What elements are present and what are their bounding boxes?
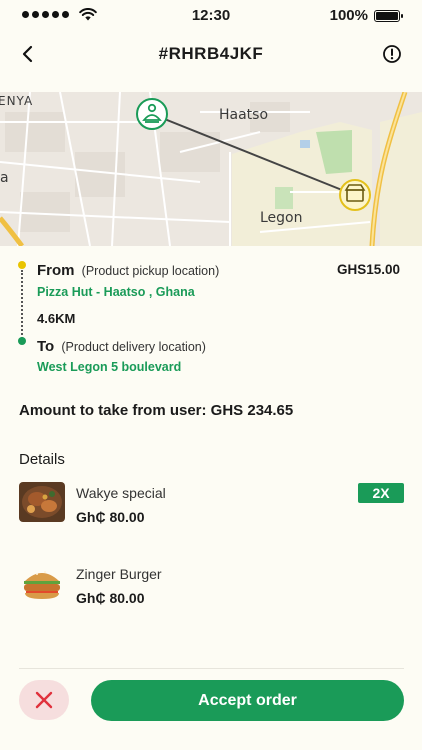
close-icon (35, 691, 53, 709)
info-button[interactable] (378, 40, 406, 68)
distance: 4.6KM (37, 311, 76, 326)
map-label-enya: ENYA (0, 94, 34, 108)
route-map[interactable]: ENYA Haatso a Legon (0, 92, 422, 246)
battery-percent: 100% (329, 7, 368, 24)
delivery-dot (18, 337, 26, 345)
from-heading: From (Product pickup location) (37, 262, 219, 279)
list-item[interactable]: Zinger Burger Gh₵ 80.00 (19, 563, 404, 609)
map-label-a: a (0, 170, 9, 186)
to-label: To (37, 338, 55, 355)
item-name: Wakye special (76, 485, 166, 501)
info-icon (383, 45, 401, 63)
food-image (19, 563, 65, 603)
status-bar: 12:30 100% (0, 0, 422, 30)
amount-to-collect: Amount to take from user: GHS 234.65 (19, 402, 294, 419)
divider (19, 668, 404, 669)
from-hint: (Product pickup location) (81, 264, 220, 278)
route-details: From (Product pickup location) GHS15.00 … (0, 256, 422, 386)
details-heading: Details (19, 451, 65, 468)
map-canvas (0, 92, 422, 246)
from-label: From (37, 262, 75, 279)
item-price: Gh₵ 80.00 (76, 590, 145, 606)
list-item[interactable]: Wakye special Gh₵ 80.00 2X (19, 482, 404, 528)
delivery-fee: GHS15.00 (336, 262, 400, 277)
food-image (19, 482, 65, 522)
quantity-badge: 2X (358, 483, 404, 503)
accept-order-button[interactable]: Accept order (91, 680, 404, 721)
to-heading: To (Product delivery location) (37, 338, 206, 355)
pickup-marker-icon[interactable] (136, 98, 168, 130)
page-title: #RHRB4JKF (158, 44, 264, 63)
pickup-location: Pizza Hut - Haatso , Ghana (37, 285, 195, 299)
map-label-legon: Legon (260, 210, 303, 226)
delivery-location: West Legon 5 boulevard (37, 360, 182, 374)
route-timeline (21, 270, 23, 342)
to-hint: (Product delivery location) (61, 340, 206, 354)
map-label-haatso: Haatso (219, 107, 269, 123)
battery-icon (374, 9, 403, 22)
battery-status: 100% (329, 7, 403, 24)
item-name: Zinger Burger (76, 566, 162, 582)
store-marker-icon[interactable] (339, 179, 371, 211)
reject-order-button[interactable] (19, 680, 69, 720)
item-price: Gh₵ 80.00 (76, 509, 145, 525)
header: #RHRB4JKF (0, 34, 422, 74)
pickup-dot (18, 261, 26, 269)
